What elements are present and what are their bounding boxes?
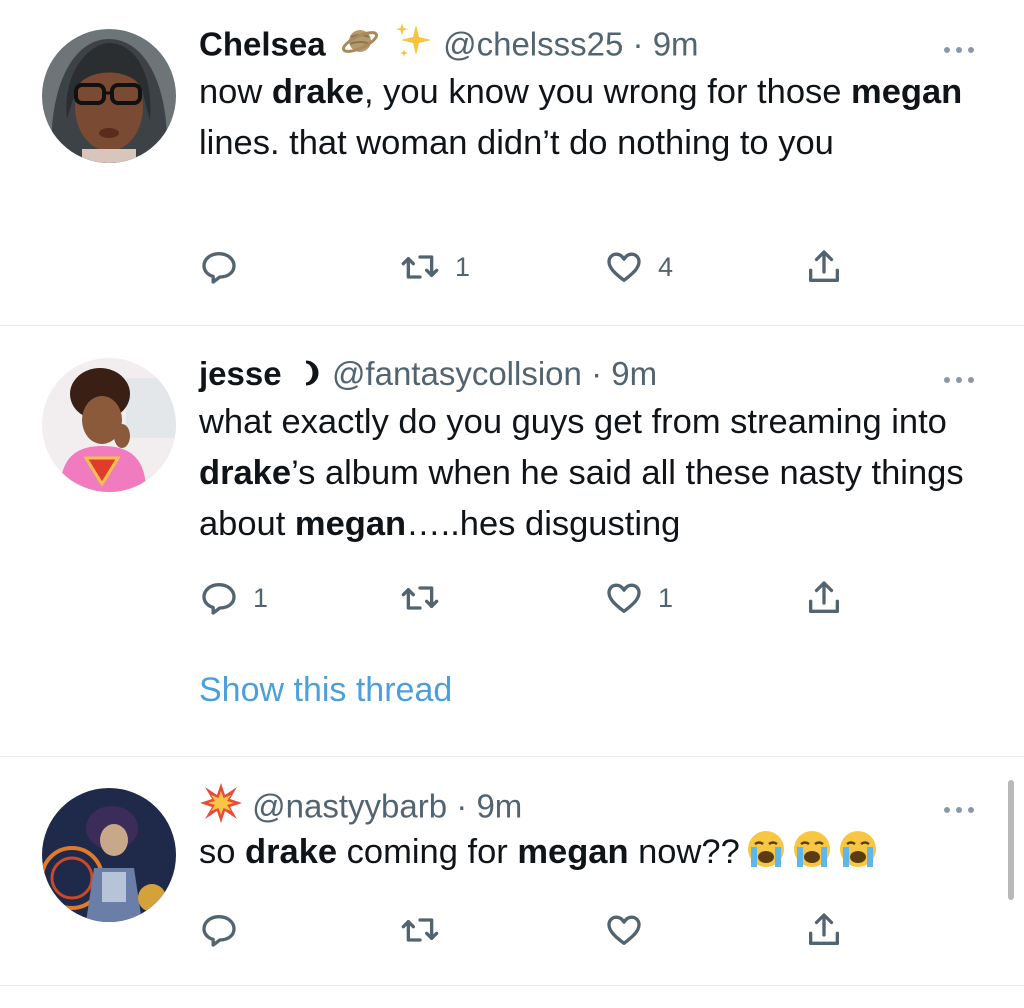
like-button[interactable]: 4 [604, 247, 673, 287]
text-segment: , you know you wrong for those [363, 73, 852, 111]
moon-emoji-icon [297, 353, 323, 399]
reply-icon [202, 915, 236, 947]
text-segment: so [199, 833, 246, 871]
retweet-icon [401, 255, 439, 279]
display-name[interactable]: jesse [199, 355, 282, 392]
tweet[interactable]: Chelsea @chelsss25 · 9m now drake, you k… [0, 0, 1024, 326]
heart-icon [607, 252, 641, 282]
retweet-button[interactable] [399, 578, 455, 618]
avatar[interactable] [42, 29, 176, 163]
handle[interactable]: @fantasycollsion [332, 355, 582, 392]
separator: · [632, 25, 644, 63]
crying-face-emoji-icon [838, 829, 878, 869]
retweet-button[interactable] [399, 910, 455, 950]
tweet[interactable]: jesse @fantasycollsion · 9m what exactly… [0, 326, 1024, 756]
retweet-icon [401, 586, 439, 610]
show-thread-link[interactable]: Show this thread [199, 671, 452, 710]
more-icon[interactable] [944, 40, 984, 54]
heart-icon [607, 583, 641, 613]
handle[interactable]: @chelsss25 [443, 26, 623, 63]
highlighted-keyword: megan [851, 73, 963, 111]
tweet-text: what exactly do you guys get from stream… [199, 397, 984, 550]
tweet-header: Chelsea @chelsss25 · 9m [199, 21, 984, 67]
tweet-actions: 1 4 [199, 247, 859, 287]
like-button[interactable]: 1 [604, 578, 673, 618]
ringed-planet-emoji-icon [341, 22, 379, 72]
highlighted-keyword: megan [294, 505, 407, 543]
tweet-text: so drake coming for megan now?? [199, 827, 984, 878]
reply-button[interactable] [199, 247, 253, 287]
reply-button[interactable]: 1 [199, 578, 268, 618]
tweet-actions: 1 1 [199, 578, 859, 618]
share-icon [809, 250, 839, 282]
highlighted-keyword: megan [517, 833, 629, 871]
text-segment: what exactly do you guys get from stream… [199, 403, 947, 441]
highlighted-keyword: drake [199, 454, 292, 492]
separator: · [456, 787, 468, 825]
share-icon [809, 581, 839, 613]
tweet-text: now drake, you know you wrong for those … [199, 67, 984, 169]
timestamp[interactable]: 9m [653, 26, 699, 63]
tweet-header: @nastyybarb · 9m [199, 781, 984, 827]
sparkles-emoji-icon [394, 21, 434, 73]
scrollbar[interactable] [1008, 780, 1014, 900]
handle[interactable]: @nastyybarb [252, 788, 447, 825]
text-segment: now [199, 73, 272, 111]
separator: · [591, 355, 603, 392]
avatar[interactable] [42, 358, 176, 492]
reply-icon [202, 252, 236, 284]
share-button[interactable] [804, 578, 844, 618]
more-icon[interactable] [944, 370, 984, 384]
reply-count: 1 [253, 582, 269, 613]
share-button[interactable] [804, 247, 844, 287]
like-button[interactable] [604, 910, 658, 950]
retweet-icon [401, 918, 439, 942]
divider [0, 985, 1024, 986]
highlighted-keyword: drake [271, 73, 364, 111]
share-icon [809, 913, 839, 945]
crying-face-emoji-icon [792, 829, 832, 869]
heart-icon [607, 915, 641, 945]
reply-button[interactable] [199, 910, 253, 950]
like-count: 1 [658, 582, 674, 613]
crying-face-emoji-icon [746, 829, 786, 869]
text-segment: coming for [337, 833, 518, 871]
tweet-actions [199, 910, 859, 950]
text-segment: now?? [628, 833, 740, 871]
more-icon[interactable] [944, 800, 984, 814]
timestamp[interactable]: 9m [476, 788, 522, 825]
text-segment: lines. that woman didn’t do nothing to y… [199, 124, 834, 162]
retweet-button[interactable]: 1 [399, 247, 470, 287]
retweet-count: 1 [455, 251, 471, 282]
timestamp[interactable]: 9m [611, 355, 657, 392]
text-segment: …..hes disgusting [406, 505, 681, 543]
tweet-header: jesse @fantasycollsion · 9m [199, 351, 984, 397]
tweet[interactable]: @nastyybarb · 9m so drake coming for meg… [0, 757, 1024, 1008]
share-button[interactable] [804, 910, 844, 950]
reply-icon [202, 583, 236, 615]
display-name[interactable]: Chelsea [199, 26, 326, 63]
like-count: 4 [658, 251, 674, 282]
avatar[interactable] [42, 788, 176, 922]
highlighted-keyword: drake [245, 833, 338, 871]
